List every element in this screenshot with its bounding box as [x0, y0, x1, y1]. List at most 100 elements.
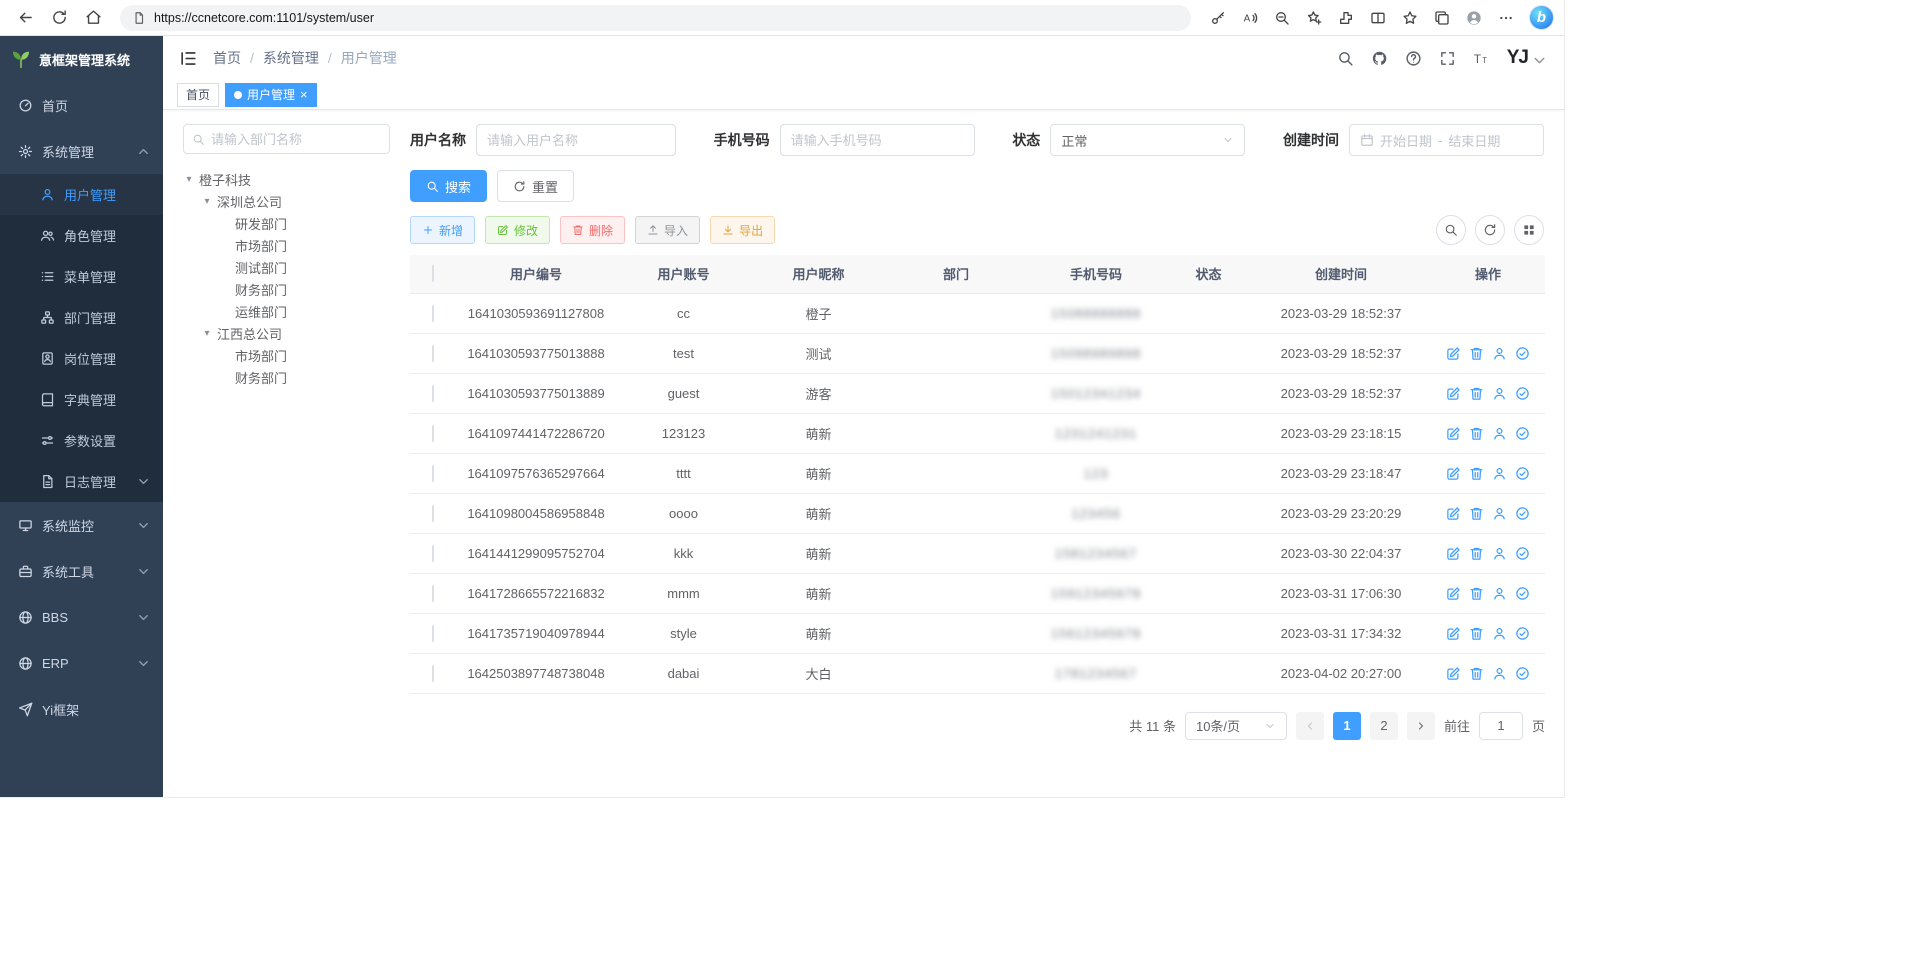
delete-icon[interactable] — [1469, 666, 1484, 681]
delete-icon[interactable] — [1469, 626, 1484, 641]
read-aloud-button[interactable]: A — [1235, 5, 1265, 31]
prev-page-button[interactable] — [1296, 712, 1324, 740]
row-checkbox[interactable] — [432, 385, 434, 402]
user-icon[interactable] — [1492, 666, 1507, 681]
browser-menu-button[interactable] — [1491, 5, 1521, 31]
collections-button[interactable] — [1427, 5, 1457, 31]
phone-input[interactable] — [780, 124, 975, 156]
delete-icon[interactable] — [1469, 546, 1484, 561]
delete-icon[interactable] — [1469, 346, 1484, 361]
sidebar-item[interactable]: BBS — [0, 594, 163, 640]
edit-icon[interactable] — [1446, 666, 1461, 681]
edit-icon[interactable] — [1446, 426, 1461, 441]
toolbar-primary-button[interactable]: 新增 — [410, 216, 475, 244]
sidebar-item[interactable]: ERP — [0, 640, 163, 686]
tree-node[interactable]: 市场部门 — [183, 234, 390, 256]
row-checkbox[interactable] — [432, 425, 434, 442]
user-avatar[interactable]: YJ — [1507, 47, 1548, 69]
sidebar-item[interactable]: 日志管理 — [0, 461, 163, 502]
check-circle-icon[interactable] — [1515, 546, 1530, 561]
sidebar-item[interactable]: 系统工具 — [0, 548, 163, 594]
header-search-icon[interactable] — [1337, 50, 1354, 67]
select-all-checkbox[interactable] — [432, 265, 434, 282]
site-info-icon[interactable] — [132, 11, 146, 25]
tag-active[interactable]: 用户管理× — [225, 83, 317, 107]
user-icon[interactable] — [1492, 546, 1507, 561]
tree-node[interactable]: 研发部门 — [183, 212, 390, 234]
row-checkbox[interactable] — [432, 305, 434, 322]
date-range-picker[interactable]: 开始日期 - 结束日期 — [1349, 124, 1544, 156]
table-refresh-button[interactable] — [1475, 215, 1505, 245]
reload-button[interactable] — [44, 5, 74, 31]
sidebar-item[interactable]: 系统监控 — [0, 502, 163, 548]
row-checkbox[interactable] — [432, 625, 434, 642]
sidebar-item[interactable]: Yi框架 — [0, 686, 163, 732]
hamburger-icon[interactable] — [179, 49, 198, 68]
toolbar-success-button[interactable]: 修改 — [485, 216, 550, 244]
check-circle-icon[interactable] — [1515, 466, 1530, 481]
row-checkbox[interactable] — [432, 665, 434, 682]
password-key-button[interactable] — [1203, 5, 1233, 31]
toolbar-warning-button[interactable]: 导出 — [710, 216, 775, 244]
tag-item[interactable]: 首页 — [177, 83, 219, 107]
row-checkbox[interactable] — [432, 585, 434, 602]
user-icon[interactable] — [1492, 346, 1507, 361]
delete-icon[interactable] — [1469, 386, 1484, 401]
tree-node[interactable]: ▾橙子科技 — [183, 168, 390, 190]
check-circle-icon[interactable] — [1515, 586, 1530, 601]
extensions-button[interactable] — [1331, 5, 1361, 31]
breadcrumb-home[interactable]: 首页 — [213, 48, 241, 68]
search-button[interactable]: 搜索 — [410, 170, 487, 202]
goto-page-input[interactable] — [1479, 712, 1523, 740]
user-icon[interactable] — [1492, 426, 1507, 441]
sidebar-item[interactable]: 参数设置 — [0, 420, 163, 461]
delete-icon[interactable] — [1469, 466, 1484, 481]
check-circle-icon[interactable] — [1515, 626, 1530, 641]
check-circle-icon[interactable] — [1515, 346, 1530, 361]
user-icon[interactable] — [1492, 586, 1507, 601]
user-icon[interactable] — [1492, 506, 1507, 521]
sidebar-item[interactable]: 岗位管理 — [0, 338, 163, 379]
tree-node[interactable]: 市场部门 — [183, 344, 390, 366]
tree-node[interactable]: 财务部门 — [183, 366, 390, 388]
user-icon[interactable] — [1492, 466, 1507, 481]
edit-icon[interactable] — [1446, 546, 1461, 561]
browser-profile-button[interactable] — [1459, 5, 1489, 31]
back-button[interactable] — [10, 5, 40, 31]
check-circle-icon[interactable] — [1515, 426, 1530, 441]
fullscreen-icon[interactable] — [1439, 50, 1456, 67]
delete-icon[interactable] — [1469, 586, 1484, 601]
tree-node[interactable]: ▾深圳总公司 — [183, 190, 390, 212]
row-checkbox[interactable] — [432, 545, 434, 562]
tree-node[interactable]: 财务部门 — [183, 278, 390, 300]
status-select[interactable]: 正常 — [1050, 124, 1245, 156]
add-favorite-button[interactable] — [1299, 5, 1329, 31]
delete-icon[interactable] — [1469, 506, 1484, 521]
address-bar[interactable]: https://ccnetcore.com:1101/system/user — [120, 5, 1191, 31]
edit-icon[interactable] — [1446, 386, 1461, 401]
sidebar-item[interactable]: 部门管理 — [0, 297, 163, 338]
table-search-toggle-button[interactable] — [1436, 215, 1466, 245]
browser-home-button[interactable] — [78, 5, 108, 31]
sidebar-item[interactable]: 菜单管理 — [0, 256, 163, 297]
app-logo[interactable]: 意框架管理系统 — [0, 36, 163, 82]
tree-node[interactable]: 测试部门 — [183, 256, 390, 278]
dept-search-input[interactable] — [211, 132, 381, 147]
user-icon[interactable] — [1492, 626, 1507, 641]
edit-icon[interactable] — [1446, 506, 1461, 521]
edit-icon[interactable] — [1446, 586, 1461, 601]
reset-button[interactable]: 重置 — [497, 170, 574, 202]
edit-icon[interactable] — [1446, 626, 1461, 641]
page-size-select[interactable]: 10条/页 — [1185, 712, 1287, 740]
check-circle-icon[interactable] — [1515, 506, 1530, 521]
sidebar-item[interactable]: 角色管理 — [0, 215, 163, 256]
font-size-icon[interactable]: TT — [1473, 50, 1490, 67]
username-input[interactable] — [476, 124, 676, 156]
table-columns-button[interactable] — [1514, 215, 1544, 245]
help-icon[interactable] — [1405, 50, 1422, 67]
edit-icon[interactable] — [1446, 346, 1461, 361]
edit-icon[interactable] — [1446, 466, 1461, 481]
check-circle-icon[interactable] — [1515, 386, 1530, 401]
favorites-button[interactable] — [1395, 5, 1425, 31]
sidebar-item[interactable]: 系统管理 — [0, 128, 163, 174]
